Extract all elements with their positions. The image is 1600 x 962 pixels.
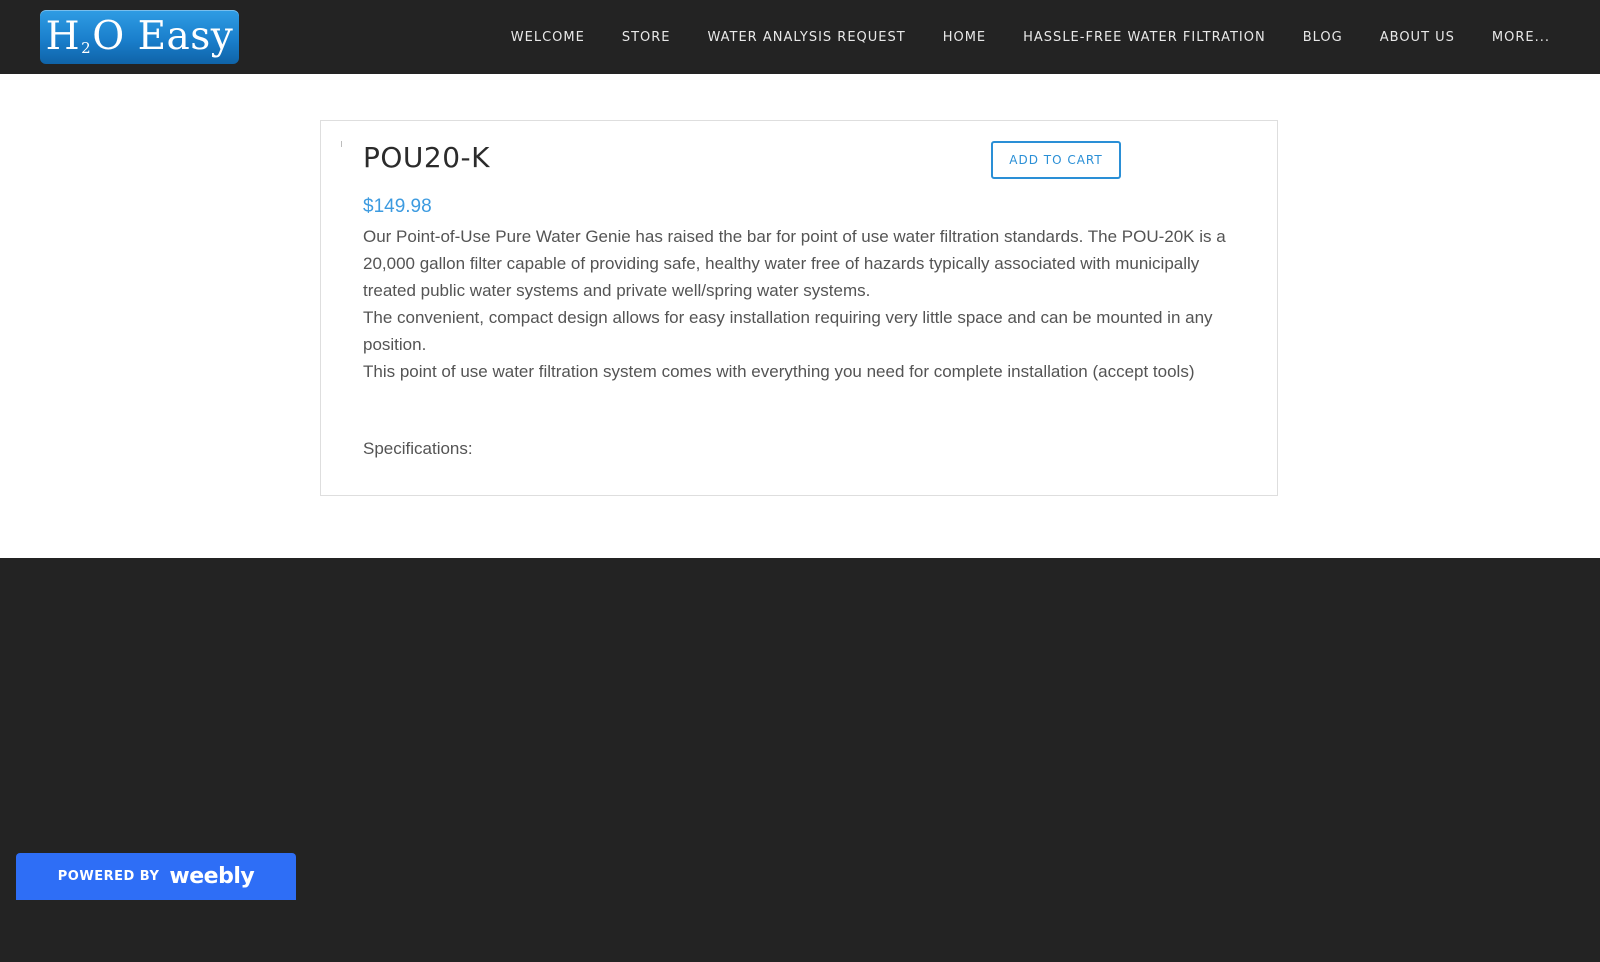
- product-description: Our Point-of-Use Pure Water Genie has ra…: [363, 223, 1243, 385]
- nav-item-home[interactable]: HOME: [943, 30, 986, 45]
- logo-text-rest: O Easy: [92, 14, 234, 59]
- nav-item-store[interactable]: STORE: [622, 30, 671, 45]
- main-nav: WELCOME STORE WATER ANALYSIS REQUEST HOM…: [511, 0, 1550, 74]
- nav-item-more[interactable]: MORE...: [1492, 30, 1550, 45]
- powered-by-label: POWERED BY: [57, 869, 160, 884]
- description-paragraph: This point of use water filtration syste…: [363, 362, 1195, 381]
- logo-text-h: H: [45, 14, 81, 59]
- product-price: $149.98: [363, 196, 432, 217]
- nav-item-about-us[interactable]: ABOUT US: [1380, 30, 1455, 45]
- logo-subscript: 2: [81, 39, 92, 57]
- nav-item-water-analysis-request[interactable]: WATER ANALYSIS REQUEST: [708, 30, 906, 45]
- product-card: POU20-K ADD TO CART $149.98 Our Point-of…: [320, 120, 1278, 496]
- site-footer: [0, 558, 1600, 962]
- specifications-label: Specifications:: [363, 439, 473, 458]
- powered-by-weebly-badge[interactable]: POWERED BY weebly: [16, 853, 296, 900]
- description-paragraph: The convenient, compact design allows fo…: [363, 308, 1213, 354]
- weebly-logo: weebly: [169, 864, 255, 889]
- add-to-cart-button[interactable]: ADD TO CART: [991, 141, 1121, 179]
- site-header: H2O Easy WELCOME STORE WATER ANALYSIS RE…: [0, 0, 1600, 74]
- nav-item-blog[interactable]: BLOG: [1303, 30, 1343, 45]
- description-paragraph: Our Point-of-Use Pure Water Genie has ra…: [363, 227, 1226, 300]
- product-title: POU20-K: [363, 141, 491, 174]
- product-image-placeholder: [341, 141, 342, 147]
- site-logo[interactable]: H2O Easy: [40, 10, 239, 64]
- nav-item-hassle-free-water-filtration[interactable]: HASSLE-FREE WATER FILTRATION: [1023, 30, 1266, 45]
- nav-item-welcome[interactable]: WELCOME: [511, 30, 585, 45]
